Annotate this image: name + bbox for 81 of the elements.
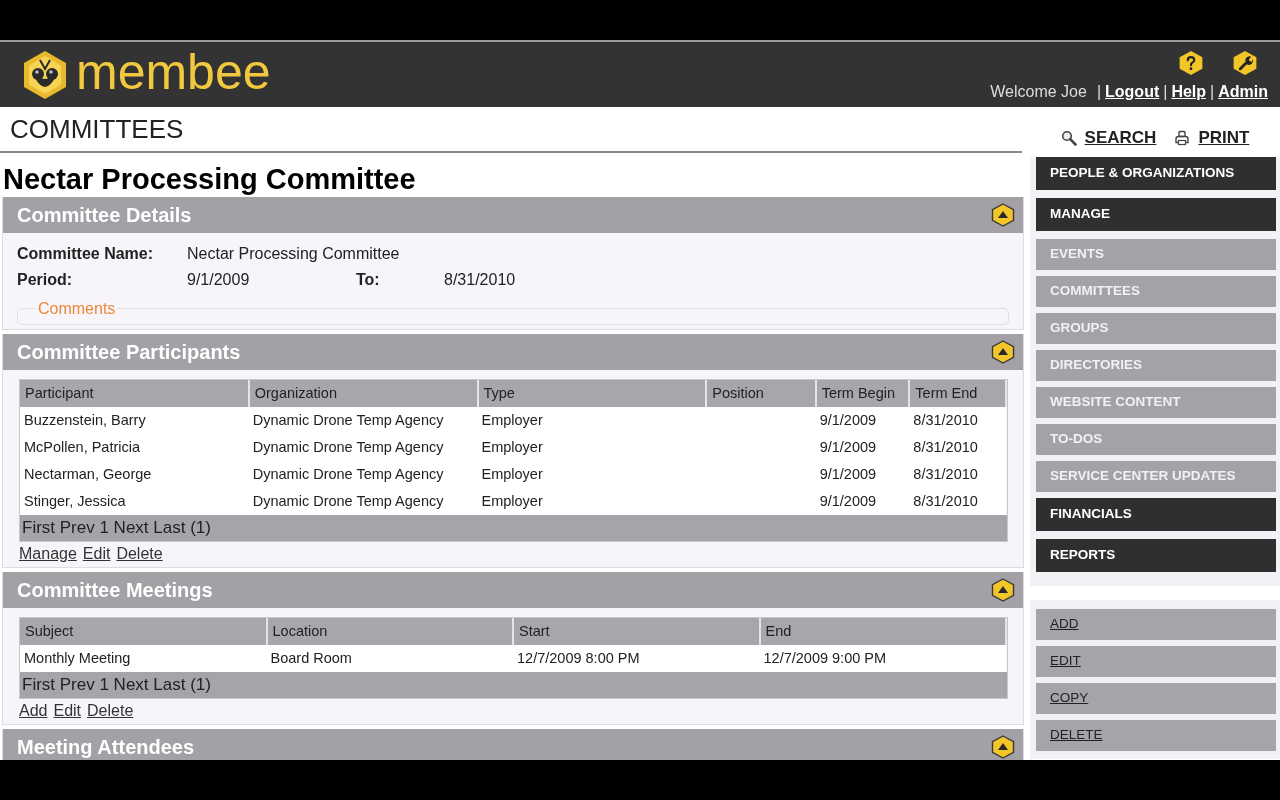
table-cell: 9/1/2009 <box>815 461 910 488</box>
separator: | <box>1096 81 1102 102</box>
logo-icon <box>22 49 68 100</box>
column-header[interactable]: Position <box>706 380 816 407</box>
action-button[interactable]: DELETE <box>1036 720 1276 751</box>
table-cell: Dynamic Drone Temp Agency <box>248 461 478 488</box>
toolbar-link[interactable]: PRINT <box>1198 125 1250 151</box>
pagination-bar: First Prev 1 Next Last (1) <box>20 515 1007 541</box>
field-label: Committee Name: <box>17 244 155 264</box>
pagination-bar: First Prev 1 Next Last (1) <box>20 672 1007 698</box>
table-cell: Employer <box>477 407 707 434</box>
record-title: Nectar Processing Committee <box>2 162 417 197</box>
nav-category[interactable]: MANAGE <box>1036 198 1276 231</box>
table-cell: Employer <box>477 461 707 488</box>
header-link[interactable]: Logout <box>1105 79 1160 104</box>
column-header[interactable]: Participant <box>20 380 249 407</box>
nav-category[interactable]: REPORTS <box>1036 539 1276 572</box>
section-title: Committee Participants <box>17 342 241 362</box>
table-cell: Buzzenstein, Barry <box>20 407 249 434</box>
table-cell: 12/7/2009 9:00 PM <box>759 645 1006 672</box>
wrench-icon[interactable] <box>1232 49 1258 76</box>
table-cell: Stinger, Jessica <box>20 488 249 515</box>
toolbar-link[interactable]: SEARCH <box>1084 125 1157 151</box>
column-header[interactable]: Subject <box>20 618 267 645</box>
collapse-icon[interactable] <box>991 203 1015 227</box>
welcome-text: Welcome Joe <box>990 81 1087 102</box>
table-cell: 8/31/2010 <box>909 434 1006 461</box>
collapse-icon[interactable] <box>991 735 1015 759</box>
column-header[interactable]: Term Begin <box>815 380 910 407</box>
section-title: Meeting Attendees <box>17 737 195 757</box>
action-button[interactable]: COPY <box>1036 683 1276 714</box>
field-label: Period: <box>17 270 74 290</box>
page-title: COMMITTEES <box>0 107 1022 153</box>
action-button[interactable]: EDIT <box>1036 646 1276 677</box>
column-header[interactable]: Term End <box>909 380 1006 407</box>
table-cell: Dynamic Drone Temp Agency <box>248 434 478 461</box>
field-value: 8/31/2010 <box>444 270 516 290</box>
table-cell: Dynamic Drone Temp Agency <box>248 488 478 515</box>
column-header[interactable]: Organization <box>248 380 478 407</box>
header-link[interactable]: Help <box>1171 79 1207 104</box>
separator: | <box>1210 81 1215 102</box>
action-button[interactable]: ADD <box>1036 609 1276 640</box>
table-cell: 9/1/2009 <box>815 434 910 461</box>
table-cell: Dynamic Drone Temp Agency <box>248 407 478 434</box>
separator: | <box>1163 81 1168 102</box>
table-cell: McPollen, Patricia <box>20 434 249 461</box>
header-link[interactable]: Admin <box>1218 79 1268 104</box>
search-icon[interactable] <box>1060 130 1077 146</box>
table-cell: 9/1/2009 <box>815 407 910 434</box>
table-cell: Employer <box>477 488 707 515</box>
column-header[interactable]: Location <box>266 618 513 645</box>
section-title: Committee Meetings <box>17 580 213 600</box>
table-cell: Board Room <box>266 645 513 672</box>
table-cell: 12/7/2009 8:00 PM <box>513 645 760 672</box>
logo-text: membee <box>76 46 271 97</box>
collapse-icon[interactable] <box>991 340 1015 364</box>
table-cell: Nectarman, George <box>20 461 249 488</box>
action-link[interactable]: Add <box>19 698 48 723</box>
collapse-icon[interactable] <box>991 578 1015 602</box>
table-cell: 9/1/2009 <box>815 488 910 515</box>
field-value: Nectar Processing Committee <box>187 244 400 264</box>
table-cell: Monthly Meeting <box>20 645 267 672</box>
table-cell: 8/31/2010 <box>909 461 1006 488</box>
field-value: 9/1/2009 <box>187 270 251 290</box>
field-label: To: <box>356 270 381 290</box>
table-cell: 8/31/2010 <box>909 407 1006 434</box>
column-header[interactable]: Start <box>513 618 760 645</box>
action-link[interactable]: Delete <box>116 541 163 566</box>
nav-category[interactable]: FINANCIALS <box>1036 498 1276 531</box>
column-header[interactable]: End <box>759 618 1006 645</box>
table-cell: Employer <box>477 434 707 461</box>
nav-category[interactable]: PEOPLE & ORGANIZATIONS <box>1036 157 1276 190</box>
section-title: Committee Details <box>17 205 192 225</box>
action-link[interactable]: Manage <box>19 541 77 566</box>
action-link[interactable]: Edit <box>82 541 111 566</box>
printer-icon[interactable] <box>1174 130 1191 146</box>
column-header[interactable]: Type <box>477 380 707 407</box>
help-icon[interactable] <box>1178 49 1204 76</box>
action-link[interactable]: Edit <box>53 698 82 723</box>
action-link[interactable]: Delete <box>87 698 134 723</box>
table-cell: 8/31/2010 <box>909 488 1006 515</box>
